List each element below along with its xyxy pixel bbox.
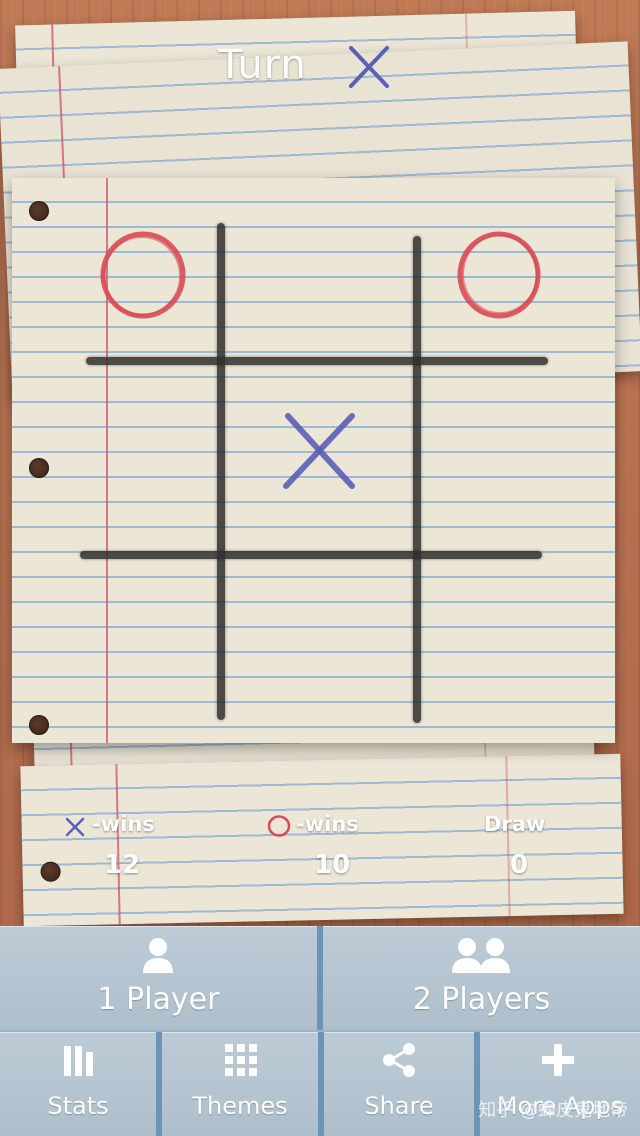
o-wins-label: -wins xyxy=(296,812,359,836)
x-mark-icon xyxy=(283,413,355,489)
grid-line-vertical-1 xyxy=(217,223,225,720)
o-wins-score: -wins 10 xyxy=(266,812,406,892)
themes-label: Themes xyxy=(192,1092,288,1120)
o-small-icon xyxy=(267,815,291,837)
one-player-label: 1 Player xyxy=(97,982,220,1017)
board-cell-8[interactable] xyxy=(230,560,410,720)
turn-label: Turn xyxy=(218,42,307,88)
two-players-button[interactable]: 2 Players xyxy=(323,926,640,1030)
o-wins-value: 10 xyxy=(314,850,351,880)
board-cell-6[interactable] xyxy=(430,370,570,540)
board-cell-9[interactable] xyxy=(430,560,570,720)
draw-value: 0 xyxy=(510,850,529,880)
grid-line-horizontal-2 xyxy=(80,551,542,559)
current-turn-x-icon xyxy=(349,46,389,88)
stats-bars-icon xyxy=(64,1046,93,1076)
board-cell-7[interactable] xyxy=(85,560,210,720)
menu-divider xyxy=(156,1032,162,1136)
x-wins-score: -wins 12 xyxy=(62,812,202,892)
share-icon xyxy=(383,1043,415,1077)
menu-divider xyxy=(317,926,323,1030)
two-players-label: 2 Players xyxy=(412,982,551,1017)
draw-label: Draw xyxy=(484,812,546,836)
o-mark-icon xyxy=(100,231,186,319)
one-player-button[interactable]: 1 Player xyxy=(0,926,317,1030)
share-label: Share xyxy=(364,1092,434,1120)
x-wins-label: -wins xyxy=(92,812,155,836)
draw-score: Draw 0 xyxy=(484,812,584,892)
menu-divider xyxy=(318,1032,324,1136)
grid-line-horizontal-1 xyxy=(86,357,548,365)
single-user-icon xyxy=(143,938,173,973)
x-small-icon xyxy=(65,817,85,837)
grid-icon xyxy=(225,1044,257,1076)
board-cell-2[interactable] xyxy=(230,210,410,350)
stats-label: Stats xyxy=(47,1092,109,1120)
board-cell-4[interactable] xyxy=(85,370,210,540)
o-mark-icon xyxy=(457,231,541,319)
grid-line-vertical-2 xyxy=(413,236,421,723)
watermark-text: 知乎 @蜂皮鬼地帝 xyxy=(478,1100,628,1121)
two-users-icon xyxy=(452,938,510,973)
plus-icon xyxy=(542,1044,574,1076)
x-wins-value: 12 xyxy=(104,850,141,880)
themes-button[interactable]: Themes xyxy=(162,1032,318,1136)
stats-button[interactable]: Stats xyxy=(0,1032,156,1136)
share-button[interactable]: Share xyxy=(324,1032,474,1136)
